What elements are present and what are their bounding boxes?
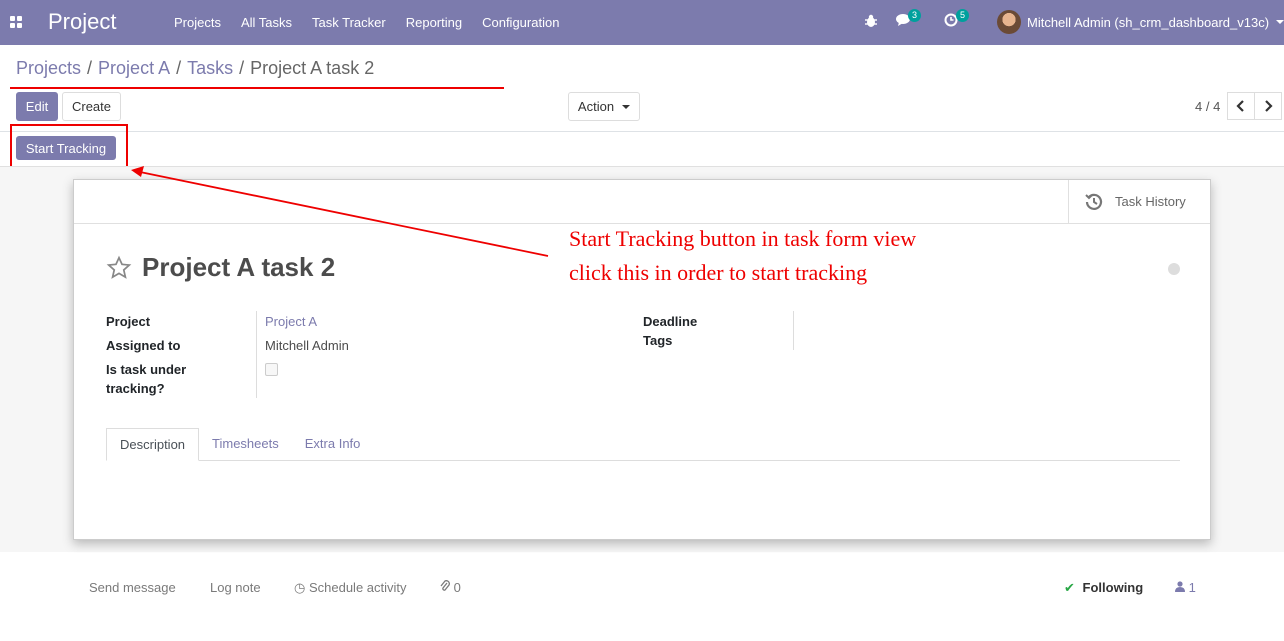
clock-icon: ◷ <box>294 580 306 595</box>
pager-value[interactable]: 4 / 4 <box>1195 99 1220 114</box>
schedule-activity-label: Schedule activity <box>308 580 407 595</box>
breadcrumb-separator: / <box>239 58 245 78</box>
attachments-count: 0 <box>453 580 461 595</box>
user-menu[interactable]: Mitchell Admin (sh_crm_dashboard_v13c) <box>1027 15 1269 30</box>
tab-timesheets[interactable]: Timesheets <box>199 428 292 461</box>
action-label: Action <box>577 99 615 114</box>
schedule-activity-button[interactable]: ◷ Schedule activity <box>294 580 407 596</box>
tab-description[interactable]: Description <box>106 428 200 461</box>
notebook-tabs: Description Timesheets Extra Info <box>106 428 1180 461</box>
user-icon <box>1175 581 1185 592</box>
project-label: Project <box>106 314 151 329</box>
followers-button[interactable]: 1 <box>1175 580 1196 595</box>
tracking-label-line1: Is task under <box>106 362 187 377</box>
history-icon <box>1085 193 1103 210</box>
menu-all-tasks[interactable]: All Tasks <box>231 0 302 45</box>
activities-badge: 5 <box>956 9 970 22</box>
caret-down-icon <box>622 104 631 109</box>
action-dropdown[interactable]: Action <box>568 92 640 121</box>
chevron-right-icon <box>1265 100 1273 112</box>
form-statusbar <box>0 132 1284 166</box>
followers-count: 1 <box>1188 580 1196 595</box>
pager-previous-button[interactable] <box>1227 92 1255 120</box>
breadcrumb-current: Project A task 2 <box>250 58 375 78</box>
breadcrumb-separator: / <box>87 58 93 78</box>
menu-task-tracker[interactable]: Task Tracker <box>302 0 396 45</box>
assigned-to-label: Assigned to <box>106 338 181 353</box>
tags-label: Tags <box>643 333 673 348</box>
breadcrumb-separator: / <box>176 58 182 78</box>
messages-badge: 3 <box>908 9 922 22</box>
star-icon[interactable] <box>106 255 132 281</box>
bug-icon[interactable] <box>864 14 882 32</box>
field-separator <box>256 311 257 398</box>
task-title: Project A task 2 <box>142 252 336 282</box>
annotation-underline <box>10 87 504 89</box>
breadcrumb: Projects / Project A / Tasks / Project A… <box>16 58 374 79</box>
menu-configuration[interactable]: Configuration <box>472 0 569 45</box>
messages-icon[interactable]: 3 <box>896 9 922 31</box>
field-separator <box>793 311 794 350</box>
breadcrumb-projects[interactable]: Projects <box>16 58 81 79</box>
deadline-label: Deadline <box>643 314 698 329</box>
task-history-label: Task History <box>1115 194 1186 209</box>
annotation-highlight-box <box>10 124 128 172</box>
check-icon: ✔ <box>1064 580 1075 595</box>
attachments-button[interactable]: 0 <box>440 580 461 595</box>
create-button[interactable]: Create <box>62 92 121 121</box>
activities-icon[interactable]: 5 <box>944 9 970 31</box>
following-button[interactable]: ✔ Following <box>1064 580 1143 596</box>
assigned-to-value[interactable]: Mitchell Admin <box>265 338 349 353</box>
breadcrumb-tasks[interactable]: Tasks <box>187 58 233 79</box>
tracking-label-line2: tracking? <box>106 381 165 396</box>
chatter-topbar: Send message Log note ◷ Schedule activit… <box>0 553 1284 641</box>
smart-button-box: Task History <box>74 180 1210 224</box>
following-label: Following <box>1082 580 1144 595</box>
task-history-button[interactable]: Task History <box>1068 180 1210 223</box>
app-brand[interactable]: Project <box>48 9 116 35</box>
edit-button[interactable]: Edit <box>16 92 58 121</box>
tracking-checkbox[interactable] <box>265 363 278 376</box>
kanban-state-icon[interactable] <box>1168 263 1180 275</box>
log-note-button[interactable]: Log note <box>210 580 261 595</box>
pager-next-button[interactable] <box>1254 92 1282 120</box>
apps-menu-icon[interactable] <box>10 16 22 28</box>
project-value[interactable]: Project A <box>265 314 317 329</box>
top-navbar: Project Projects All Tasks Task Tracker … <box>0 0 1284 45</box>
tab-extra-info[interactable]: Extra Info <box>292 428 374 461</box>
paperclip-icon <box>440 580 450 591</box>
title-row: Project A task 2 <box>106 252 335 283</box>
chevron-left-icon <box>1236 100 1244 112</box>
annotation-line-2: click this in order to start tracking <box>569 260 868 285</box>
user-caret-icon[interactable] <box>1276 20 1284 24</box>
send-message-button[interactable]: Send message <box>89 580 176 595</box>
menu-reporting[interactable]: Reporting <box>396 0 472 45</box>
main-menu: Projects All Tasks Task Tracker Reportin… <box>164 0 569 45</box>
menu-projects[interactable]: Projects <box>164 0 231 45</box>
breadcrumb-project-a[interactable]: Project A <box>98 58 170 79</box>
annotation-line-1: Start Tracking button in task form view <box>569 226 917 251</box>
user-avatar[interactable] <box>997 10 1021 34</box>
